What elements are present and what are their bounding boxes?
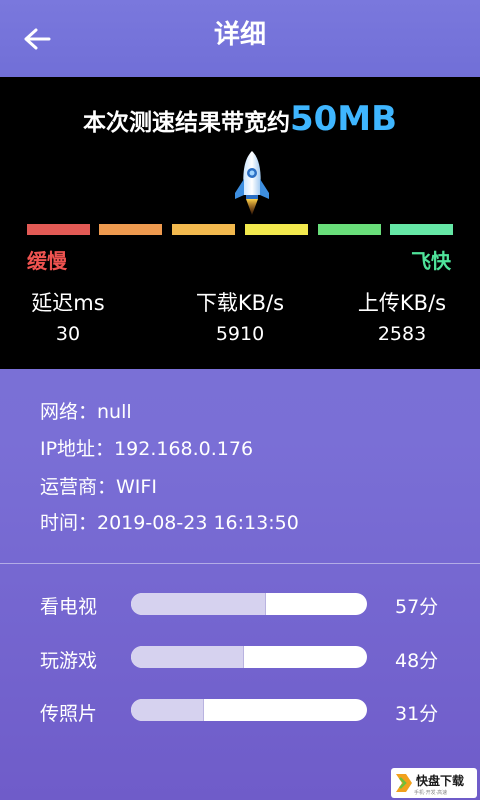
watermark-subtext: 手机·开发·高速: [414, 789, 448, 796]
section-divider: [0, 563, 480, 564]
latency-stat: 延迟ms 30: [0, 289, 143, 349]
network-info: 网络：null: [40, 401, 132, 423]
ip-info: IP地址：192.168.0.176: [40, 438, 254, 460]
result-line: 本次测速结果带宽约50MB: [0, 99, 480, 139]
progress-fill: [131, 699, 205, 721]
scale-segment-4: [245, 224, 308, 235]
scale-segment-1: [27, 224, 90, 235]
carrier-info: 运营商：WIFI: [40, 476, 157, 498]
download-value: 5910: [215, 323, 265, 345]
download-label: 下载KB/s: [195, 291, 285, 315]
score-row-label: 看电视: [40, 596, 98, 618]
latency-label: 延迟ms: [31, 291, 105, 315]
progress-fill: [131, 646, 245, 668]
scale-segment-2: [99, 224, 162, 235]
slow-label: 缓慢: [27, 249, 67, 273]
download-logo-icon: [396, 774, 412, 792]
score-progress-bar: [131, 593, 367, 615]
result-text: 本次测速结果带宽约: [82, 110, 290, 136]
speed-result-panel: 本次测速结果带宽约50MB 缓慢 飞快 延迟ms 30 下载KB/s 5910 …: [0, 77, 480, 369]
rocket-icon: [235, 151, 269, 215]
result-value: 50MB: [289, 99, 398, 139]
upload-value: 2583: [377, 323, 427, 345]
scale-segment-6: [390, 224, 453, 235]
score-row-label: 传照片: [40, 703, 98, 725]
scale-segment-5: [318, 224, 381, 235]
watermark-text: 快盘下载: [416, 773, 465, 788]
score-value: 31分: [395, 703, 439, 725]
download-stat: 下载KB/s 5910: [165, 289, 315, 349]
upload-stat: 上传KB/s 2583: [327, 289, 477, 349]
time-info: 时间：2019-08-23 16:13:50: [40, 512, 299, 534]
score-value: 48分: [395, 650, 439, 672]
latency-value: 30: [55, 323, 81, 345]
page-title: 详细: [213, 20, 266, 50]
upload-label: 上传KB/s: [357, 291, 447, 315]
scale-segment-3: [172, 224, 235, 235]
score-progress-bar: [131, 699, 367, 721]
score-progress-bar: [131, 646, 367, 668]
score-value: 57分: [395, 596, 439, 618]
score-row-label: 玩游戏: [40, 650, 98, 672]
app-header: 详细: [0, 0, 480, 77]
fast-label: 飞快: [411, 249, 451, 273]
watermark-logo: 快盘下载 手机·开发·高速: [391, 768, 477, 798]
progress-fill: [131, 593, 266, 615]
